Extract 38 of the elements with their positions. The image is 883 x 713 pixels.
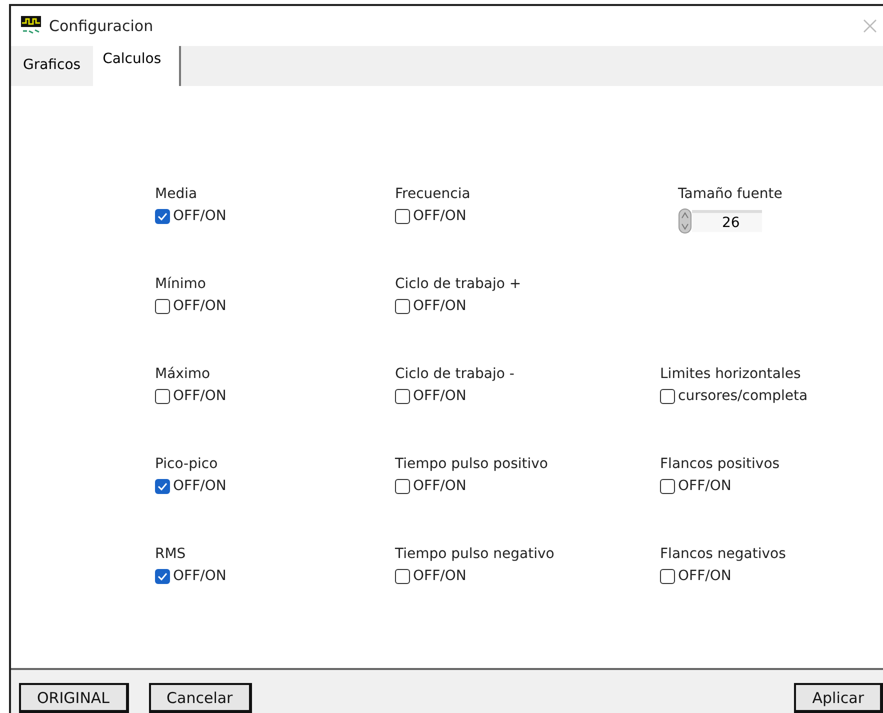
dialog-button[interactable]: Cancelar bbox=[148, 683, 252, 713]
check-icon bbox=[157, 212, 168, 220]
option-label: RMS bbox=[155, 546, 187, 562]
option-label: Máximo bbox=[155, 366, 212, 382]
option-label: Flancos positivos bbox=[660, 456, 781, 472]
spinner-label: Tamaño fuente bbox=[678, 186, 784, 202]
checkbox[interactable]: OFF/ON bbox=[395, 478, 660, 494]
dialog-button[interactable]: ORIGINAL bbox=[19, 683, 129, 713]
option-label: Ciclo de trabajo + bbox=[395, 276, 522, 292]
option-label: Tiempo pulso negativo bbox=[395, 546, 556, 562]
app-icon bbox=[21, 16, 41, 36]
check-icon bbox=[157, 482, 168, 490]
checkbox[interactable]: OFF/ON bbox=[395, 208, 660, 224]
option-label: Media bbox=[155, 186, 198, 202]
checkbox[interactable]: OFF/ON bbox=[395, 388, 660, 404]
spinner-arrows-icon[interactable] bbox=[678, 208, 692, 234]
window-title: Configuracion bbox=[49, 17, 154, 35]
option-label: Limites horizontales bbox=[660, 366, 802, 382]
option-label: Tiempo pulso positivo bbox=[395, 456, 549, 472]
option-label: Pico-pico bbox=[155, 456, 219, 472]
checkbox[interactable]: OFF/ON bbox=[395, 568, 660, 584]
checkbox[interactable]: OFF/ON bbox=[155, 478, 395, 494]
option-label: Mínimo bbox=[155, 276, 207, 292]
checkbox[interactable]: OFF/ON bbox=[155, 298, 395, 314]
option-label: Flancos negativos bbox=[660, 546, 787, 562]
dialog-button[interactable]: Aplicar bbox=[794, 683, 883, 713]
checkbox[interactable]: OFF/ON bbox=[660, 478, 860, 494]
checkbox[interactable]: cursores/completa bbox=[660, 388, 860, 404]
option-label: Frecuencia bbox=[395, 186, 472, 202]
checkbox[interactable]: OFF/ON bbox=[155, 388, 395, 404]
number-field[interactable]: 26 bbox=[692, 210, 762, 232]
option-label: Ciclo de trabajo - bbox=[395, 366, 516, 382]
checkbox[interactable]: OFF/ON bbox=[395, 298, 660, 314]
check-icon bbox=[157, 572, 168, 580]
checkbox[interactable]: OFF/ON bbox=[155, 568, 395, 584]
tab[interactable]: Calculos bbox=[92, 46, 182, 86]
checkbox[interactable]: OFF/ON bbox=[155, 208, 395, 224]
checkbox[interactable]: OFF/ON bbox=[660, 568, 860, 584]
